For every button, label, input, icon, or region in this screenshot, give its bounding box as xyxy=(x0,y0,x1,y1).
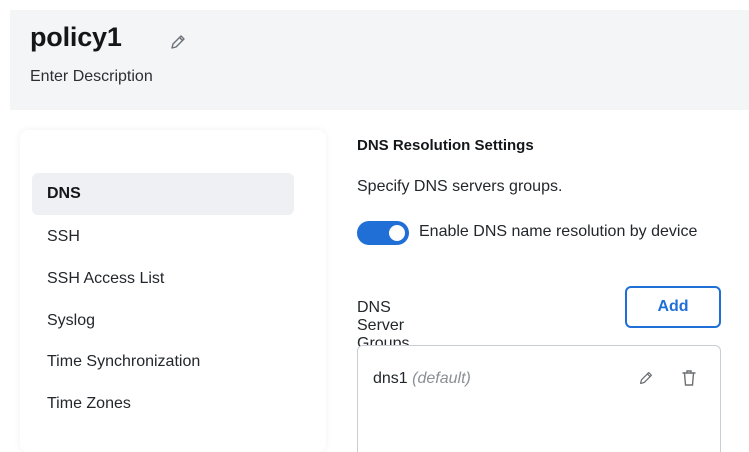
group-default-tag: (default) xyxy=(412,370,471,387)
sidebar-item-ssh-access-list[interactable]: SSH Access List xyxy=(32,258,294,300)
dns-resolution-toggle[interactable] xyxy=(357,221,409,245)
page-title: policy1 xyxy=(30,22,122,52)
dns-server-groups-list: dns1 (default) xyxy=(357,345,721,452)
sidebar-item-time-synchronization[interactable]: Time Synchronization xyxy=(32,341,294,383)
toggle-label: Enable DNS name resolution by device xyxy=(419,223,698,240)
section-subtitle: Specify DNS servers groups. xyxy=(357,178,563,195)
page-description[interactable]: Enter Description xyxy=(30,68,153,86)
toggle-knob xyxy=(389,225,405,241)
settings-sidebar: DNS SSH SSH Access List Syslog Time Sync… xyxy=(20,130,326,452)
edit-title-pencil-icon[interactable] xyxy=(168,32,188,52)
list-item[interactable]: dns1 (default) xyxy=(373,370,471,388)
page-header: policy1 Enter Description xyxy=(10,10,749,110)
section-title: DNS Resolution Settings xyxy=(357,137,534,154)
delete-group-trash-icon[interactable] xyxy=(680,368,698,388)
group-name: dns1 xyxy=(373,370,408,387)
add-group-button[interactable]: Add xyxy=(625,286,721,328)
sidebar-item-ssh[interactable]: SSH xyxy=(32,216,294,258)
sidebar-item-time-zones[interactable]: Time Zones xyxy=(32,383,294,425)
edit-group-pencil-icon[interactable] xyxy=(637,369,655,387)
sidebar-item-syslog[interactable]: Syslog xyxy=(32,300,294,342)
sidebar-item-dns[interactable]: DNS xyxy=(32,173,294,215)
